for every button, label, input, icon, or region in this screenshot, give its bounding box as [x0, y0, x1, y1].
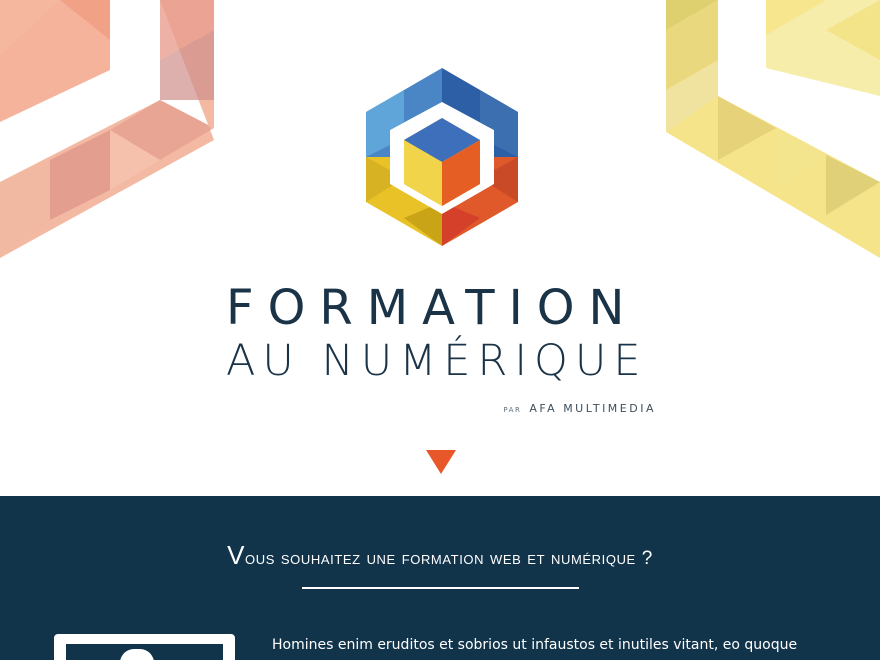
- intro-illustration-card: [54, 634, 235, 660]
- card-inner-panel: [66, 644, 223, 660]
- section-body-text: Homines enim eruditos et sobrios ut infa…: [272, 637, 798, 653]
- hero-subtitle: AU NUMÉRIQUE: [226, 336, 648, 386]
- byline: PAR AFA MULTIMEDIA: [503, 402, 656, 415]
- intro-section: Vous souhaitez une formation web et numé…: [0, 496, 880, 660]
- section-heading: Vous souhaitez une formation web et numé…: [227, 540, 653, 570]
- hero-title: FORMATION: [226, 280, 639, 336]
- card-glyph-icon: [120, 649, 154, 660]
- byline-brand: AFA MULTIMEDIA: [529, 402, 656, 415]
- hexagon-cube-logo-icon: [366, 68, 518, 246]
- hero-section: FORMATION AU NUMÉRIQUE PAR AFA MULTIMEDI…: [0, 0, 880, 496]
- byline-prefix: PAR: [503, 406, 522, 414]
- left-geometric-decoration: [0, 0, 214, 258]
- right-geometric-decoration: [666, 0, 880, 258]
- heading-divider: [302, 587, 579, 589]
- chevron-down-icon[interactable]: [426, 450, 456, 474]
